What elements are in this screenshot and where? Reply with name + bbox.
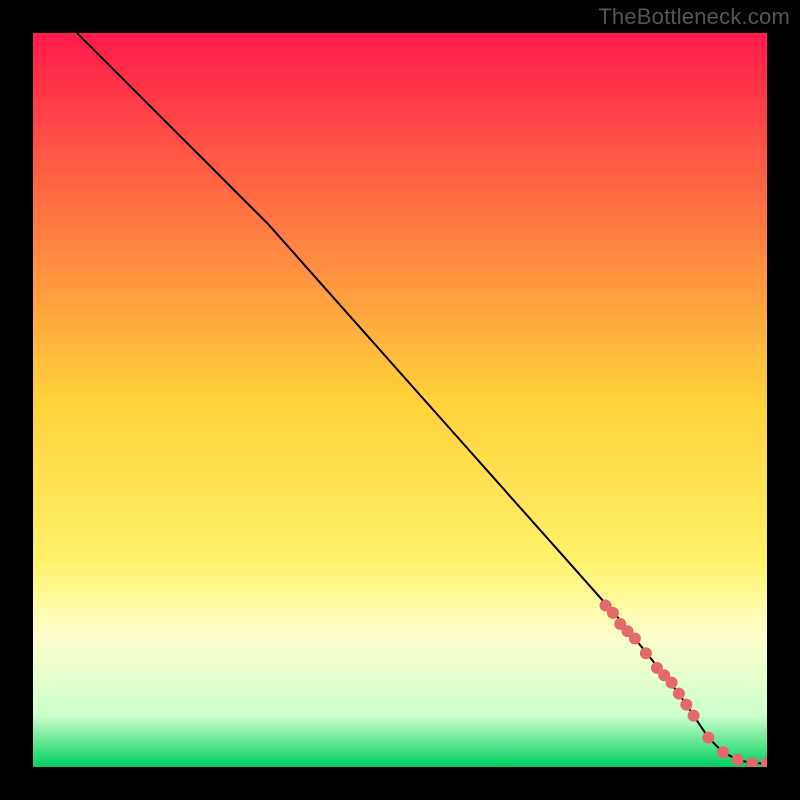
- chart-background-gradient: [33, 33, 767, 767]
- chart-marker: [732, 754, 744, 766]
- chart-marker: [673, 688, 685, 700]
- chart-marker: [680, 699, 692, 711]
- chart-marker: [702, 732, 714, 744]
- chart-marker: [688, 710, 700, 722]
- watermark-label: TheBottleneck.com: [598, 4, 790, 30]
- chart-marker: [640, 647, 652, 659]
- chart-marker: [629, 633, 641, 645]
- chart-marker: [717, 746, 729, 758]
- chart-marker: [607, 607, 619, 619]
- chart-marker: [666, 677, 678, 689]
- chart-frame: TheBottleneck.com: [0, 0, 800, 800]
- chart-svg: [33, 33, 767, 767]
- chart-plot-area: [33, 33, 767, 767]
